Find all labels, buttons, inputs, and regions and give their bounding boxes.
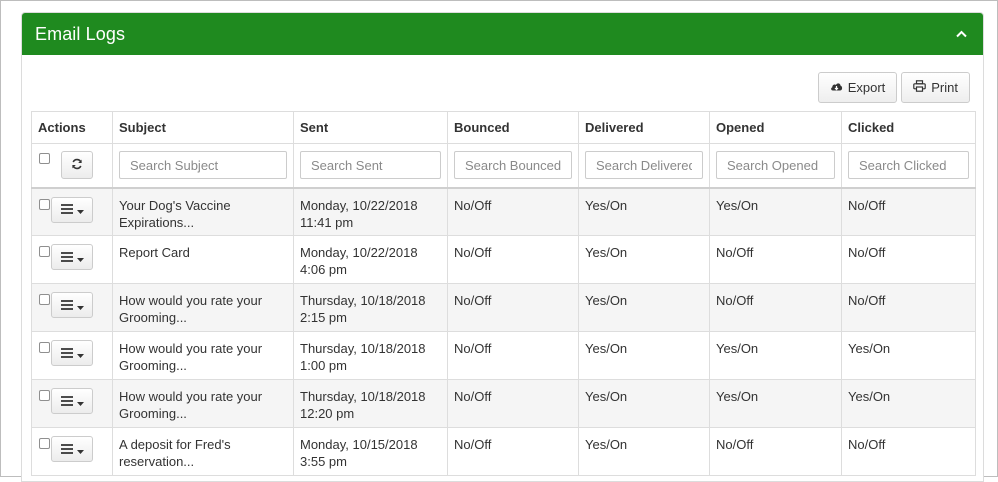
- table-row[interactable]: How would you rate your Grooming... Thurs…: [31, 283, 976, 332]
- cell-subject: A deposit for Fred's reservation...: [112, 427, 294, 476]
- cell-sent: Thursday, 10/18/2018 2:15 pm: [293, 283, 448, 332]
- cell-clicked: Yes/On: [841, 331, 976, 380]
- search-delivered-input[interactable]: [585, 151, 703, 180]
- search-clicked-input[interactable]: [848, 151, 969, 180]
- row-checkbox[interactable]: [39, 390, 50, 401]
- caret-down-icon: [76, 249, 84, 266]
- caret-down-icon: [76, 393, 84, 410]
- cell-bounced: No/Off: [447, 379, 579, 428]
- cell-subject: How would you rate your Grooming...: [112, 331, 294, 380]
- cell-bounced: No/Off: [447, 187, 579, 236]
- row-actions-menu-button[interactable]: [51, 244, 93, 270]
- menu-icon: [60, 441, 73, 458]
- menu-icon: [60, 345, 73, 362]
- cell-opened: Yes/On: [709, 331, 842, 380]
- table-row[interactable]: Your Dog's Vaccine Expirations... Monday,…: [31, 187, 976, 236]
- printer-icon: [913, 80, 927, 95]
- col-subject[interactable]: Subject: [112, 111, 294, 144]
- cell-delivered: Yes/On: [578, 235, 710, 284]
- cell-delivered: Yes/On: [578, 187, 710, 236]
- cell-sent: Monday, 10/22/2018 4:06 pm: [293, 235, 448, 284]
- cloud-download-icon: [830, 80, 843, 95]
- cell-delivered: Yes/On: [578, 427, 710, 476]
- cell-bounced: No/Off: [447, 427, 579, 476]
- row-checkbox[interactable]: [39, 198, 50, 210]
- cell-subject: How would you rate your Grooming...: [112, 379, 294, 428]
- search-sent-input[interactable]: [300, 151, 441, 180]
- cell-opened: Yes/On: [709, 187, 842, 236]
- refresh-icon: [71, 158, 83, 173]
- menu-icon: [60, 393, 73, 410]
- table-row[interactable]: How would you rate your Grooming... Thurs…: [31, 331, 976, 380]
- print-button[interactable]: Print: [901, 72, 970, 103]
- cell-delivered: Yes/On: [578, 331, 710, 380]
- caret-down-icon: [76, 441, 84, 458]
- refresh-button[interactable]: [61, 151, 93, 180]
- col-delivered[interactable]: Delivered: [578, 111, 710, 144]
- cell-opened: Yes/On: [709, 379, 842, 428]
- search-subject-input[interactable]: [119, 151, 287, 180]
- export-button[interactable]: Export: [817, 72, 898, 103]
- col-opened[interactable]: Opened: [709, 111, 842, 144]
- filter-row: [31, 143, 976, 188]
- row-checkbox[interactable]: [39, 294, 50, 305]
- cell-clicked: No/Off: [841, 235, 976, 284]
- cell-bounced: No/Off: [447, 283, 579, 332]
- cell-opened: No/Off: [709, 235, 842, 284]
- col-sent[interactable]: Sent: [293, 111, 448, 144]
- table-row[interactable]: How would you rate your Grooming... Thurs…: [31, 379, 976, 428]
- cell-opened: No/Off: [709, 427, 842, 476]
- menu-icon: [60, 249, 73, 266]
- table-row[interactable]: A deposit for Fred's reservation... Monda…: [31, 427, 976, 476]
- header-row: Actions Subject Sent Bounced Delivered O…: [31, 111, 976, 144]
- email-logs-panel: Email Logs Export Print Actions Subject …: [21, 12, 984, 482]
- cell-subject: Your Dog's Vaccine Expirations...: [112, 187, 294, 236]
- panel-title: Email Logs: [35, 23, 126, 44]
- select-all-checkbox[interactable]: [39, 153, 50, 165]
- chevron-up-icon[interactable]: [953, 26, 969, 42]
- table-row[interactable]: Report Card Monday, 10/22/2018 4:06 pm No…: [31, 235, 976, 284]
- row-actions-menu-button[interactable]: [51, 388, 93, 414]
- email-logs-table: Actions Subject Sent Bounced Delivered O…: [31, 111, 976, 476]
- cell-clicked: No/Off: [841, 283, 976, 332]
- caret-down-icon: [76, 297, 84, 314]
- window-frame: Email Logs Export Print Actions Subject …: [0, 0, 998, 482]
- col-actions[interactable]: Actions: [31, 111, 113, 144]
- panel-header[interactable]: Email Logs: [22, 13, 983, 55]
- cell-clicked: No/Off: [841, 427, 976, 476]
- cell-delivered: Yes/On: [578, 379, 710, 428]
- cell-sent: Thursday, 10/18/2018 12:20 pm: [293, 379, 448, 428]
- cell-opened: No/Off: [709, 283, 842, 332]
- row-checkbox[interactable]: [39, 246, 50, 257]
- row-actions-menu-button[interactable]: [51, 340, 93, 366]
- print-label: Print: [931, 80, 958, 95]
- cell-clicked: No/Off: [841, 187, 976, 236]
- search-opened-input[interactable]: [716, 151, 835, 180]
- row-checkbox[interactable]: [39, 438, 50, 449]
- row-actions-menu-button[interactable]: [51, 196, 93, 223]
- menu-icon: [60, 297, 73, 314]
- cell-sent: Monday, 10/15/2018 3:55 pm: [293, 427, 448, 476]
- menu-icon: [60, 201, 73, 218]
- cell-subject: Report Card: [112, 235, 294, 284]
- cell-subject: How would you rate your Grooming...: [112, 283, 294, 332]
- cell-sent: Thursday, 10/18/2018 1:00 pm: [293, 331, 448, 380]
- col-clicked[interactable]: Clicked: [841, 111, 976, 144]
- col-bounced[interactable]: Bounced: [447, 111, 579, 144]
- table-body: Your Dog's Vaccine Expirations... Monday,…: [31, 187, 976, 476]
- row-actions-menu-button[interactable]: [51, 292, 93, 318]
- search-bounced-input[interactable]: [454, 151, 572, 180]
- cell-delivered: Yes/On: [578, 283, 710, 332]
- cell-sent: Monday, 10/22/2018 11:41 pm: [293, 187, 448, 236]
- export-label: Export: [847, 80, 886, 95]
- cell-clicked: Yes/On: [841, 379, 976, 428]
- toolbar: Export Print: [817, 72, 970, 103]
- cell-bounced: No/Off: [447, 331, 579, 380]
- caret-down-icon: [76, 345, 84, 362]
- caret-down-icon: [76, 201, 84, 218]
- row-actions-menu-button[interactable]: [51, 436, 93, 462]
- row-checkbox[interactable]: [39, 342, 50, 353]
- cell-bounced: No/Off: [447, 235, 579, 284]
